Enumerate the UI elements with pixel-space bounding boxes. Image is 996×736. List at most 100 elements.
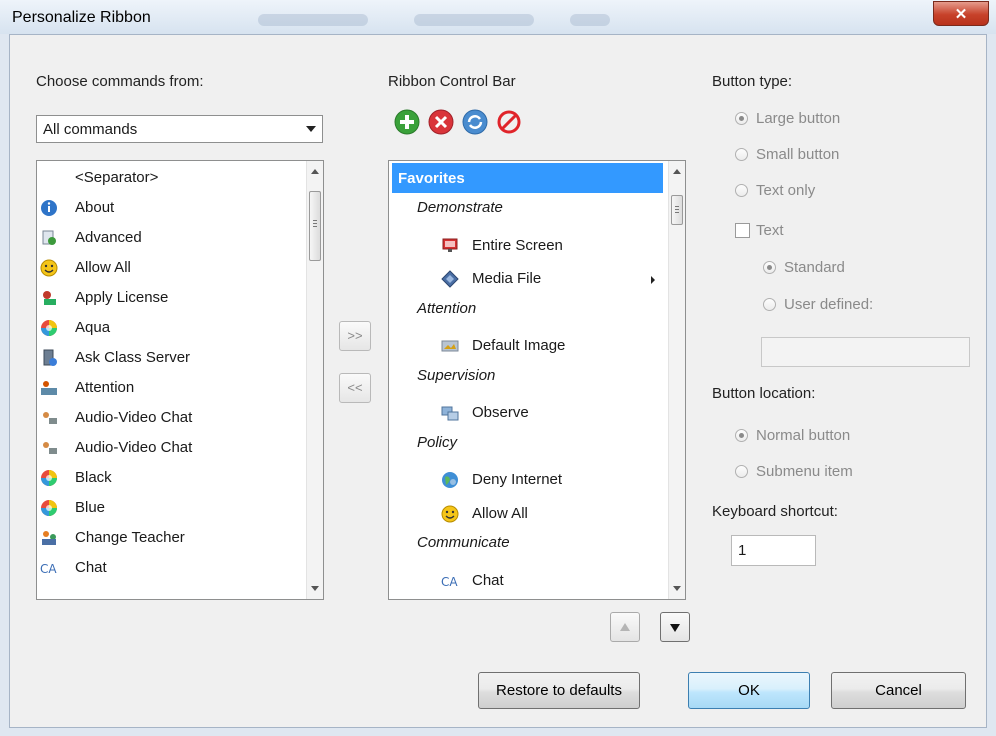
list-item-label: Chat [75, 559, 107, 576]
text-only-radio[interactable] [735, 184, 748, 197]
ok-button[interactable]: OK [688, 672, 810, 709]
ribbon-group[interactable]: Demonstrate [417, 199, 503, 216]
svg-text:CA: CA [40, 562, 57, 576]
ribbon-group[interactable]: Policy [417, 434, 457, 451]
list-item[interactable]: Allow All [37, 253, 323, 283]
list-item-label: Ask Class Server [75, 349, 191, 366]
ribbon-item[interactable]: Entire Screen [389, 231, 685, 261]
restore-defaults-button[interactable]: Restore to defaults [478, 672, 640, 709]
attention-icon [40, 379, 58, 397]
favorites-item[interactable]: Favorites [392, 163, 663, 193]
smiley-icon [40, 259, 58, 277]
delete-icon[interactable] [428, 109, 454, 135]
chat-icon: CA [40, 559, 58, 577]
smiley-icon [441, 505, 459, 523]
large-button-label: Large button [756, 110, 841, 127]
favorites-label: Favorites [398, 170, 465, 187]
list-item-label: Apply License [75, 289, 169, 306]
small-button-radio[interactable] [735, 148, 748, 161]
ribbon-item[interactable]: Observe [389, 398, 685, 428]
list-item[interactable]: CA Chat [37, 553, 323, 583]
add-icon[interactable] [394, 109, 420, 135]
move-down-button[interactable] [660, 612, 690, 642]
ribbon-item[interactable]: Default Image [389, 331, 685, 361]
list-item[interactable]: Apply License [37, 283, 323, 313]
list-item-label: About [75, 199, 115, 216]
grip-line [313, 220, 317, 221]
ribbon-item[interactable]: CA Chat [389, 566, 685, 596]
list-item-label: Attention [75, 379, 135, 396]
info-icon [40, 199, 58, 217]
list-item-label: Change Teacher [75, 529, 185, 546]
normal-button-label: Normal button [756, 427, 851, 444]
ribbon-tree-scrollbar[interactable] [668, 161, 685, 599]
ribbon-item-label: Entire Screen [472, 236, 563, 254]
list-item[interactable]: Attention [37, 373, 323, 403]
list-item[interactable]: Change Teacher [37, 523, 323, 553]
image-icon [441, 337, 459, 355]
ribbon-item-label: Default Image [472, 337, 566, 354]
scroll-down-icon[interactable] [311, 586, 319, 591]
ribbon-item-label: Allow All [472, 504, 528, 522]
text-checkbox[interactable] [735, 223, 750, 238]
grip-line [675, 206, 679, 207]
av-chat-icon [40, 439, 58, 457]
list-item[interactable]: Blue [37, 493, 323, 523]
keyboard-shortcut-input[interactable]: 1 [731, 535, 816, 566]
user-defined-input[interactable] [761, 337, 970, 367]
keyboard-shortcut-value: 1 [738, 542, 747, 559]
refresh-icon[interactable] [462, 109, 488, 135]
list-item[interactable]: About [37, 193, 323, 223]
small-button-label: Small button [756, 146, 840, 163]
commands-list[interactable]: <Separator> About Advanced Allow All Apply L… [36, 160, 324, 600]
color-wheel-icon [40, 469, 58, 487]
scroll-up-icon[interactable] [673, 169, 681, 174]
list-item[interactable]: Audio-Video Chat [37, 433, 323, 463]
move-up-button[interactable] [610, 612, 640, 642]
large-button-radio[interactable] [735, 112, 748, 125]
scroll-down-icon[interactable] [673, 586, 681, 591]
globe-icon [441, 471, 459, 489]
user-defined-radio[interactable] [763, 298, 776, 311]
close-icon: ✕ [954, 6, 968, 23]
ribbon-item-label: Media File [472, 270, 542, 287]
scroll-thumb[interactable] [309, 191, 321, 261]
ribbon-group[interactable]: Attention [417, 300, 476, 317]
cancel-button[interactable]: Cancel [831, 672, 966, 709]
ribbon-tree[interactable]: Favorites Demonstrate Entire Screen Media … [388, 160, 686, 600]
standard-label: Standard [784, 259, 845, 276]
list-item[interactable]: Advanced [37, 223, 323, 253]
ribbon-item[interactable]: Deny Internet [389, 465, 685, 495]
color-wheel-icon [40, 499, 58, 517]
list-item[interactable]: Audio-Video Chat [37, 403, 323, 433]
list-item[interactable]: Ask Class Server [37, 343, 323, 373]
scroll-up-icon[interactable] [311, 169, 319, 174]
block-icon[interactable] [496, 109, 522, 135]
add-command-button[interactable]: >> [339, 321, 371, 351]
choose-commands-label-text: Choose commands from: [36, 73, 204, 90]
ribbon-item[interactable]: Media File [389, 264, 685, 294]
list-item[interactable]: Black [37, 463, 323, 493]
grip-line [675, 209, 679, 210]
ribbon-item[interactable]: Allow All [389, 499, 685, 529]
list-item[interactable]: Aqua [37, 313, 323, 343]
grip-line [313, 223, 317, 224]
ribbon-group[interactable]: Supervision [417, 367, 495, 384]
list-item-label: Audio-Video Chat [75, 439, 193, 456]
remove-command-button[interactable]: << [339, 373, 371, 403]
teacher-icon [40, 529, 58, 547]
normal-button-radio[interactable] [735, 429, 748, 442]
list-item[interactable]: <Separator> [37, 163, 323, 193]
close-button[interactable]: ✕ [933, 1, 989, 26]
screen-icon [441, 237, 459, 255]
standard-radio[interactable] [763, 261, 776, 274]
commands-list-scrollbar[interactable] [306, 161, 323, 599]
commands-source-dropdown[interactable]: All commands [36, 115, 323, 143]
chevron-down-icon [306, 126, 316, 132]
list-item-label: Black [75, 469, 112, 486]
ribbon-group[interactable]: Communicate [417, 534, 510, 551]
submenu-item-radio[interactable] [735, 465, 748, 478]
av-chat-icon [40, 409, 58, 427]
license-icon [40, 289, 58, 307]
scroll-thumb[interactable] [671, 195, 683, 225]
